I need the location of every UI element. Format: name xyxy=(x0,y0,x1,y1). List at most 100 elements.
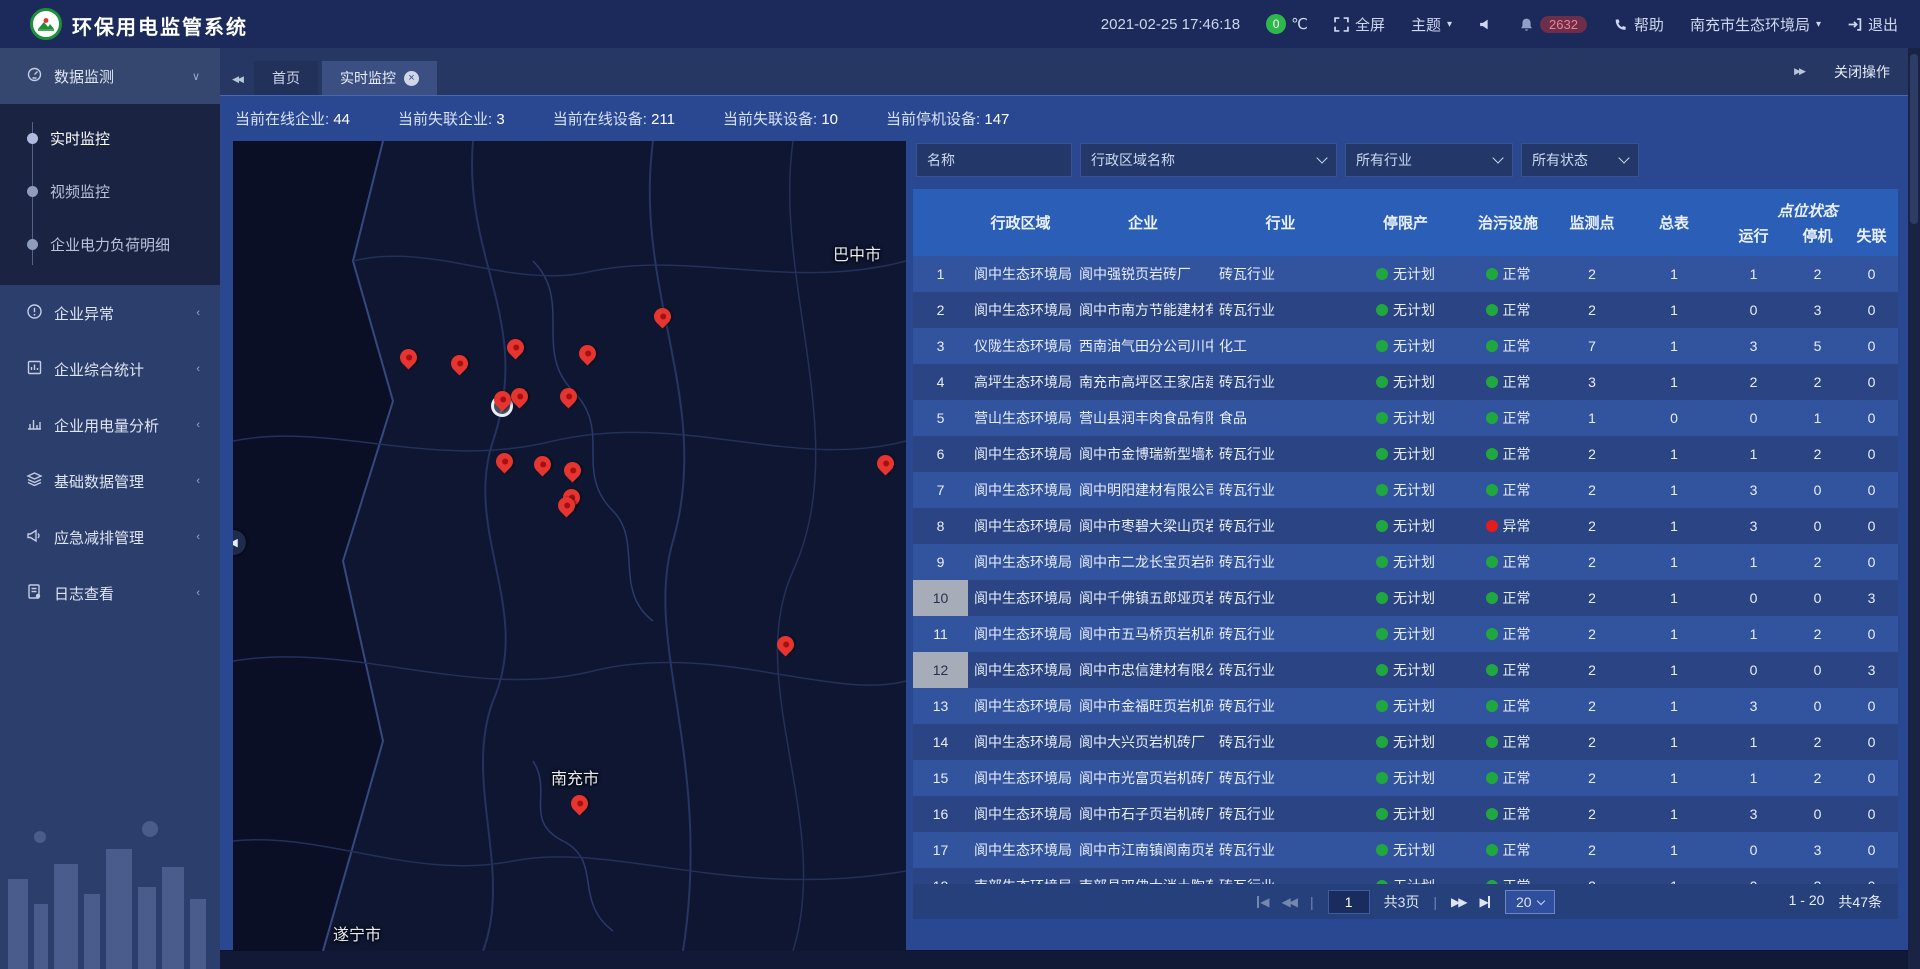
industry-select[interactable]: 所有行业 xyxy=(1345,143,1513,177)
production-limit-cell: 无计划 xyxy=(1348,436,1463,472)
map-panel[interactable]: ◀ 巴中市南充市遂宁市 xyxy=(233,141,906,951)
company-cell: 营山县润丰肉食品有限 xyxy=(1073,400,1213,436)
tab-首页[interactable]: 首页 xyxy=(254,61,318,95)
chevron-down-icon xyxy=(1618,152,1629,163)
scrollbar-thumb[interactable] xyxy=(1910,54,1918,224)
table-row[interactable]: 2阆中生态环境局阆中市南方节能建材有砖瓦行业无计划正常21030 xyxy=(913,292,1898,328)
table-row[interactable]: 14阆中生态环境局阆中大兴页岩机砖厂砖瓦行业无计划正常21120 xyxy=(913,724,1898,760)
submenu-dot-icon xyxy=(27,133,38,144)
tab-实时监控[interactable]: 实时监控× xyxy=(322,61,437,95)
stopped-count-cell: 0 xyxy=(1790,508,1845,544)
prev-page-button[interactable]: ◀◀ xyxy=(1281,895,1295,909)
status-dot-green xyxy=(1486,664,1498,676)
table-row[interactable]: 9阆中生态环境局阆中市二龙长宝页岩砖砖瓦行业无计划正常21120 xyxy=(913,544,1898,580)
table-row[interactable]: 16阆中生态环境局阆中市石子页岩机砖厂砖瓦行业无计划正常21300 xyxy=(913,796,1898,832)
table-row[interactable]: 17阆中生态环境局阆中市江南镇阆南页岩砖瓦行业无计划正常21030 xyxy=(913,832,1898,868)
row-number-cell: 5 xyxy=(913,400,968,436)
sidebar-item-3[interactable]: 企业综合统计‹ xyxy=(0,341,220,397)
sidebar-item-7[interactable]: 日志查看‹ xyxy=(0,565,220,621)
total-meter-cell: 1 xyxy=(1631,508,1717,544)
total-meter-cell: 1 xyxy=(1631,760,1717,796)
notifications-button[interactable]: 2632 xyxy=(1519,16,1587,33)
region-cell: 阆中生态环境局 xyxy=(968,616,1073,652)
pager-divider: | xyxy=(1310,894,1314,910)
last-page-button[interactable]: ▶ xyxy=(1480,895,1491,909)
table-row[interactable]: 8阆中生态环境局阆中市枣碧大梁山页岩砖瓦行业无计划异常21300 xyxy=(913,508,1898,544)
sidebar-subitem-视频监控[interactable]: 视频监控 xyxy=(0,165,220,218)
bell-icon xyxy=(1519,17,1534,32)
status-select[interactable]: 所有状态 xyxy=(1521,143,1639,177)
tabs-scroll-left-button[interactable]: ◀◀ xyxy=(220,63,254,95)
table-row[interactable]: 13阆中生态环境局阆中市金福旺页岩机砖砖瓦行业无计划正常21300 xyxy=(913,688,1898,724)
submenu-dot-icon xyxy=(27,186,38,197)
monitor-count-cell: 2 xyxy=(1553,508,1631,544)
theme-menu[interactable]: 主题▾ xyxy=(1411,14,1452,35)
first-page-button[interactable]: ◀ xyxy=(1256,895,1267,909)
region-cell: 阆中生态环境局 xyxy=(968,436,1073,472)
page-size-select[interactable]: 20 xyxy=(1505,890,1555,914)
page-scrollbar[interactable] xyxy=(1908,48,1920,969)
speaker-icon xyxy=(1478,17,1493,32)
sidebar-item-label: 日志查看 xyxy=(54,583,114,604)
total-meter-cell: 1 xyxy=(1631,832,1717,868)
monitor-count-cell: 2 xyxy=(1553,868,1631,884)
pollution-facility-cell: 正常 xyxy=(1463,688,1553,724)
company-cell: 阆中市南方节能建材有 xyxy=(1073,292,1213,328)
org-menu[interactable]: 南充市生态环境局▾ xyxy=(1690,14,1821,35)
mute-button[interactable] xyxy=(1478,17,1493,32)
running-count-cell: 2 xyxy=(1717,364,1790,400)
sidebar-item-1[interactable]: 数据监测∨ xyxy=(0,48,220,104)
company-cell: 阆中市江南镇阆南页岩 xyxy=(1073,832,1213,868)
close-operations-button[interactable]: 关闭操作 xyxy=(1834,62,1890,82)
company-cell: 阆中千佛镇五郎垭页岩 xyxy=(1073,580,1213,616)
stopped-count-cell: 5 xyxy=(1790,328,1845,364)
table-row[interactable]: 12阆中生态环境局阆中市忠信建材有限公砖瓦行业无计划正常21003 xyxy=(913,652,1898,688)
status-dot-green xyxy=(1376,772,1388,784)
sidebar-item-4[interactable]: 企业用电量分析‹ xyxy=(0,397,220,453)
sidebar-subitem-企业电力负荷明细[interactable]: 企业电力负荷明细 xyxy=(0,218,220,271)
lost-count-cell: 3 xyxy=(1845,580,1898,616)
stopped-count-cell: 2 xyxy=(1790,364,1845,400)
sidebar-item-5[interactable]: 基础数据管理‹ xyxy=(0,453,220,509)
table-row[interactable]: 18南部生态环境局南部县双佛大消土陶有限公砖瓦行业无计划正常21030 xyxy=(913,868,1898,884)
table-row[interactable]: 3仪陇生态环境局西南油气田分公司川中化工无计划正常71350 xyxy=(913,328,1898,364)
status-dot-green xyxy=(1376,268,1388,280)
region-select[interactable]: 行政区域名称 xyxy=(1080,143,1337,177)
sidebar-subitem-实时监控[interactable]: 实时监控 xyxy=(0,112,220,165)
bottom-strip xyxy=(220,951,1920,969)
name-search-input[interactable] xyxy=(916,143,1072,177)
sidebar-item-label: 基础数据管理 xyxy=(54,471,144,492)
table-row[interactable]: 10阆中生态环境局阆中千佛镇五郎垭页岩砖瓦行业无计划正常21003 xyxy=(913,580,1898,616)
pollution-facility-cell: 正常 xyxy=(1463,616,1553,652)
logout-button[interactable]: 退出 xyxy=(1847,14,1898,35)
table-row[interactable]: 1阆中生态环境局阆中强锐页岩砖厂砖瓦行业无计划正常21120 xyxy=(913,256,1898,292)
next-page-button[interactable]: ▶▶ xyxy=(1451,895,1465,909)
page-number-input[interactable] xyxy=(1328,890,1370,914)
pollution-facility-cell: 正常 xyxy=(1463,796,1553,832)
row-number-cell: 10 xyxy=(913,580,968,616)
row-number-cell: 17 xyxy=(913,832,968,868)
sidebar-item-2[interactable]: 企业异常‹ xyxy=(0,285,220,341)
production-limit-cell: 无计划 xyxy=(1348,832,1463,868)
region-cell: 阆中生态环境局 xyxy=(968,292,1073,328)
company-cell: 阆中市五马桥页岩机砖 xyxy=(1073,616,1213,652)
fullscreen-button[interactable]: 全屏 xyxy=(1334,14,1385,35)
sidebar-item-6[interactable]: 应急减排管理‹ xyxy=(0,509,220,565)
help-button[interactable]: 帮助 xyxy=(1613,14,1664,35)
running-count-cell: 3 xyxy=(1717,328,1790,364)
alert-icon xyxy=(26,303,43,320)
monitor-count-cell: 2 xyxy=(1553,292,1631,328)
table-row[interactable]: 5营山生态环境局营山县润丰肉食品有限食品无计划正常10010 xyxy=(913,400,1898,436)
tab-close-icon[interactable]: × xyxy=(404,71,419,86)
lost-count-cell: 0 xyxy=(1845,688,1898,724)
table-row[interactable]: 15阆中生态环境局阆中市光富页岩机砖厂砖瓦行业无计划正常21120 xyxy=(913,760,1898,796)
table-row[interactable]: 4高坪生态环境局南充市高坪区王家店建砖瓦行业无计划正常31220 xyxy=(913,364,1898,400)
tabs-scroll-right-button[interactable]: ▶▶ xyxy=(1782,56,1816,88)
table-row[interactable]: 7阆中生态环境局阆中明阳建材有限公司砖瓦行业无计划正常21300 xyxy=(913,472,1898,508)
table-row[interactable]: 6阆中生态环境局阆中市金博瑞新型墙材砖瓦行业无计划正常21120 xyxy=(913,436,1898,472)
enterprise-table-panel: 行政区域名称 所有行业 所有状态 行政区域企业行业停限产治污设施监测点总表点位状… xyxy=(913,141,1898,951)
company-cell: 阆中市金博瑞新型墙材 xyxy=(1073,436,1213,472)
table-row[interactable]: 11阆中生态环境局阆中市五马桥页岩机砖砖瓦行业无计划正常21120 xyxy=(913,616,1898,652)
running-count-cell: 0 xyxy=(1717,868,1790,884)
row-number-cell: 12 xyxy=(913,652,968,688)
